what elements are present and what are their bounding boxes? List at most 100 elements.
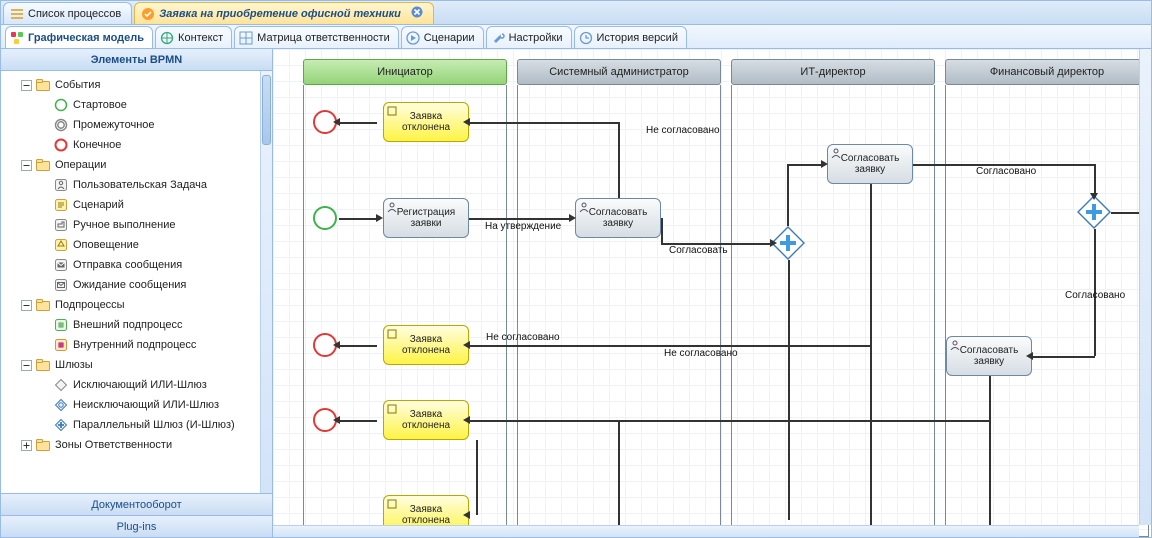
start-event[interactable] [313,206,337,230]
folder-icon [35,357,51,373]
lane-header[interactable]: Финансовый директор [945,59,1149,85]
intermediate-event-icon [53,117,69,133]
tree-item[interactable]: Ожидание сообщения [5,275,272,295]
lane-header[interactable]: ИТ-директор [731,59,935,85]
tree-item-label: Параллельный Шлюз (И-Шлюз) [73,419,235,431]
scrollbar-vertical[interactable] [260,71,272,493]
script-task-icon [387,106,397,120]
xor-gateway[interactable] [1077,195,1111,229]
sequence-flow[interactable] [339,122,377,124]
tab-graphical-model[interactable]: Графическая модель [5,26,153,48]
task-rejected[interactable]: Заявка отклонена [383,325,469,365]
sequence-flow[interactable] [339,345,377,347]
collapse-icon[interactable] [21,360,35,371]
tree-item[interactable]: Промежуточное [5,115,272,135]
side-section-plugins[interactable]: Plug-ins [1,515,272,537]
scrollbar-vertical[interactable] [1139,49,1151,525]
tree-item[interactable]: Стартовое [5,95,272,115]
tree-folder[interactable]: Зоны Ответственности [5,435,272,455]
tab-scenarios[interactable]: Сценарии [401,26,484,48]
tab-settings[interactable]: Настройки [486,26,572,48]
tree-folder[interactable]: Подпроцессы [5,295,272,315]
task-rejected[interactable]: Заявка отклонена [383,400,469,440]
tree-item-label: Отправка сообщения [73,259,182,271]
expand-icon[interactable] [21,440,35,451]
int-subprocess-icon [53,337,69,353]
tree-folder[interactable]: События [5,75,272,95]
side-panel: Элементы BPMN События Стартовое Промежуточ… [1,49,273,537]
sequence-flow[interactable] [469,218,569,220]
sequence-flow[interactable] [618,122,620,198]
history-icon [579,31,593,45]
tab-context[interactable]: Контекст [155,26,232,48]
tree-item[interactable]: Пользовательская Задача [5,175,272,195]
tab-process-request[interactable]: Заявка на приобретение офисной техники [134,2,434,24]
top-tabbar: Список процессов Заявка на приобретение … [1,1,1151,25]
side-panel-title: Элементы BPMN [1,49,272,71]
lane-header[interactable]: Системный администратор [517,59,721,85]
receive-task-icon [53,277,69,293]
sequence-flow[interactable] [469,345,871,347]
palette-tree: События Стартовое Промежуточное Конечное Опе… [1,71,272,459]
manual-task-icon [53,217,69,233]
tree-item[interactable]: Сценарий [5,195,272,215]
globe-icon [160,31,174,45]
tree-item[interactable]: Отправка сообщения [5,255,272,275]
task-rejected[interactable]: Заявка отклонена [383,102,469,142]
tree-item-label: Сценарий [73,199,124,211]
tree-item-label: Внутренний подпроцесс [73,339,196,351]
tree-item-label: Исключающий ИЛИ-Шлюз [73,379,207,391]
tree-item[interactable]: Конечное [5,135,272,155]
tree-item-label: Ожидание сообщения [73,279,186,291]
script-task-icon [387,329,397,343]
sub-tabbar: Графическая модель Контекст Матрица отве… [1,25,1151,49]
tab-label: Графическая модель [28,32,144,44]
tree-folder[interactable]: Шлюзы [5,355,272,375]
user-task-icon [53,177,69,193]
scrollbar-horizontal[interactable] [273,525,1139,537]
user-task-icon [831,148,841,162]
lane-header[interactable]: Инициатор [303,59,507,85]
tree-item[interactable]: Оповещение [5,235,272,255]
tree-item-label: Операции [55,159,106,171]
task-registration[interactable]: Регистрация заявки [383,198,469,238]
collapse-icon[interactable] [21,300,35,311]
task-approve-sysadmin[interactable]: Согласовать заявку [575,198,661,238]
tree-item-label: Стартовое [73,99,127,111]
tab-label: Список процессов [28,8,121,20]
tree-item[interactable]: Неисключающий ИЛИ-Шлюз [5,395,272,415]
sequence-flow[interactable] [787,164,789,226]
tab-process-list[interactable]: Список процессов [3,2,132,24]
tree-item-label: Оповещение [73,239,139,251]
tree-item[interactable]: Внутренний подпроцесс [5,335,272,355]
sequence-flow[interactable] [469,420,990,422]
tree-item[interactable]: Внешний подпроцесс [5,315,272,335]
sequence-flow[interactable] [339,420,377,422]
task-approve-it-dir[interactable]: Согласовать заявку [827,144,913,184]
flow-label: Согласовать [669,245,728,256]
flow-label: Согласовано [1065,290,1125,301]
start-event-icon [53,97,69,113]
tab-label: Заявка на приобретение офисной техники [159,8,401,20]
diagram-canvas[interactable]: Инициатор Системный администратор ИТ-дир… [273,49,1151,537]
xor-gateway-icon [53,377,69,393]
tree-item[interactable]: Параллельный Шлюз (И-Шлюз) [5,415,272,435]
side-section-docs[interactable]: Документооборот [1,493,272,515]
tree-item-label: Конечное [73,139,121,151]
tab-resp-matrix[interactable]: Матрица ответственности [234,26,399,48]
tab-history[interactable]: История версий [574,26,687,48]
tree-item[interactable]: Ручное выполнение [5,215,272,235]
tab-label: Сценарии [424,32,475,44]
tree-folder[interactable]: Операции [5,155,272,175]
task-approve-fin-dir[interactable]: Согласовать заявку [946,336,1032,376]
close-icon[interactable] [411,6,423,21]
collapse-icon[interactable] [21,160,35,171]
tree-item[interactable]: Исключающий ИЛИ-Шлюз [5,375,272,395]
sequence-flow[interactable] [339,218,376,220]
collapse-icon[interactable] [21,80,35,91]
tree-item-label: Подпроцессы [55,299,125,311]
script-task-icon [387,499,397,513]
folder-icon [35,297,51,313]
process-icon [141,7,155,21]
diagram-icon [10,31,24,45]
